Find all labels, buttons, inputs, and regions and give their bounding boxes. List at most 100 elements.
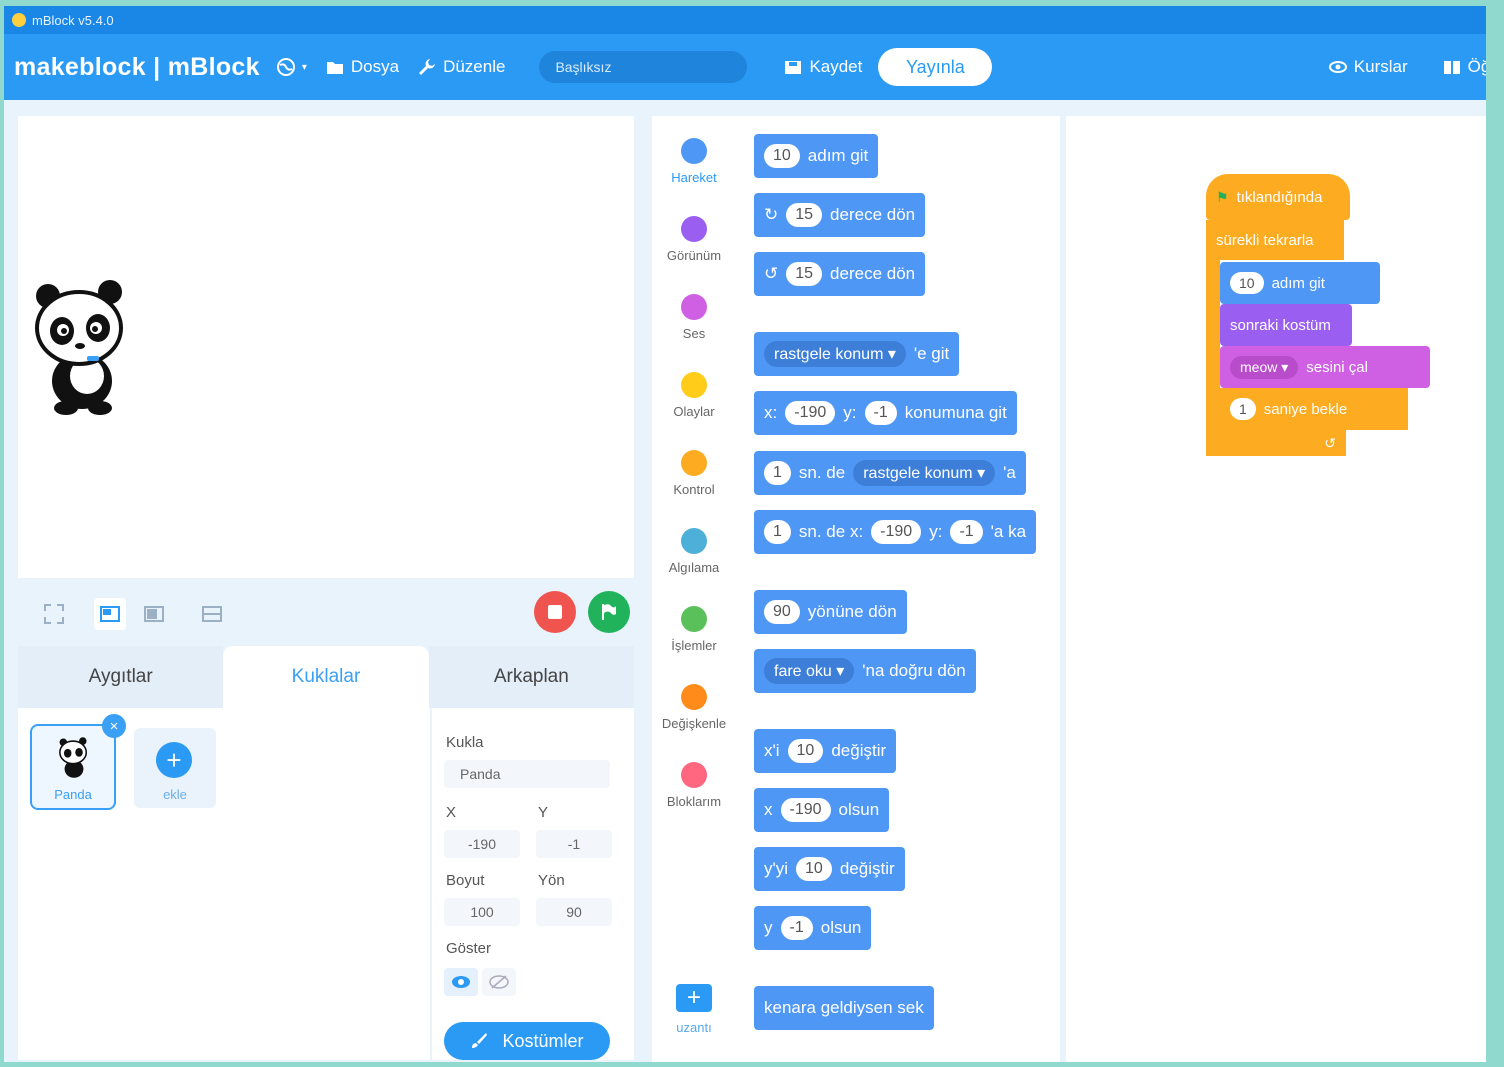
block-input[interactable]: -1 [864, 401, 897, 425]
category-variables[interactable]: Değişkenle [652, 684, 736, 731]
block-text: sürekli tekrarla [1216, 231, 1314, 249]
add-sprite-button[interactable]: + ekle [134, 728, 216, 808]
layout-small-icon [100, 606, 120, 622]
block-input[interactable]: 10 [1230, 272, 1264, 294]
category-sound[interactable]: Ses [652, 294, 736, 341]
show-toggle[interactable] [444, 968, 478, 996]
category-my-blocks[interactable]: Bloklarım [652, 762, 736, 809]
bounce-block[interactable]: kenara geldiysen sek [754, 986, 934, 1030]
next-costume-block[interactable]: sonraki kostüm [1220, 304, 1352, 346]
panda-thumbnail-icon [59, 737, 88, 778]
block-input[interactable]: -1 [780, 916, 813, 940]
edit-menu[interactable]: Düzenle [417, 57, 505, 77]
language-button[interactable]: ▾ [276, 57, 307, 77]
block-input[interactable]: 10 [796, 857, 832, 881]
block-dropdown[interactable]: rastgele konum ▾ [853, 460, 996, 486]
project-title-input[interactable] [539, 51, 748, 83]
change-y-block[interactable]: y'yi 10 değiştir [754, 847, 905, 891]
green-flag-icon [602, 604, 616, 620]
extension-button[interactable]: + uzantı [652, 984, 736, 1035]
large-stage-button[interactable] [138, 598, 170, 630]
block-input[interactable]: -190 [780, 798, 831, 822]
block-input[interactable]: 15 [786, 203, 823, 227]
point-towards-block[interactable]: fare oku ▾ 'na doğru dön [754, 649, 976, 693]
courses-button[interactable]: Kurslar [1328, 57, 1408, 77]
block-input[interactable]: 10 [787, 739, 824, 763]
size-label: Boyut [446, 872, 485, 889]
direction-field[interactable]: 90 [536, 898, 612, 926]
category-motion[interactable]: Hareket [652, 138, 736, 185]
block-dropdown[interactable]: fare oku ▾ [764, 658, 855, 684]
block-categories: Hareket Görünüm Ses Olaylar Kontrol Algı… [652, 116, 736, 1062]
tutorials-button[interactable]: Öğr [1442, 57, 1486, 77]
category-label: Kontrol [673, 482, 715, 497]
y-field[interactable]: -1 [536, 830, 612, 858]
move-steps-block[interactable]: 10 adım git [754, 134, 879, 178]
block-text: 'a [1003, 463, 1016, 482]
block-text: 'a ka [990, 522, 1027, 541]
small-stage-button[interactable] [94, 598, 126, 630]
turn-left-block[interactable]: ↺ 15 derece dön [754, 252, 926, 296]
set-x-block[interactable]: x -190 olsun [754, 788, 890, 832]
wrench-icon [419, 59, 436, 75]
stage[interactable] [18, 116, 634, 578]
block-input[interactable]: 1 [1230, 398, 1256, 420]
wait-block[interactable]: 1 saniye bekle [1220, 388, 1408, 430]
green-flag-button[interactable] [588, 591, 630, 633]
block-input[interactable]: -1 [950, 520, 983, 544]
block-input[interactable]: -190 [785, 401, 836, 425]
block-dropdown[interactable]: meow ▾ [1230, 355, 1299, 379]
panda-sprite[interactable] [32, 276, 132, 416]
block-input[interactable]: 90 [764, 600, 800, 624]
publish-button[interactable]: Yayınla [878, 48, 993, 86]
category-events[interactable]: Olaylar [652, 372, 736, 419]
change-x-block[interactable]: x'i 10 değiştir [754, 729, 897, 773]
fullscreen-button[interactable] [38, 598, 70, 630]
move-steps-block[interactable]: 10 adım git [1220, 262, 1380, 304]
x-field[interactable]: -190 [444, 830, 520, 858]
tab-devices[interactable]: Aygıtlar [18, 646, 224, 708]
costumes-button[interactable]: Kostümler [444, 1022, 610, 1060]
forever-block[interactable]: sürekli tekrarla [1206, 220, 1344, 260]
category-label: İşlemler [671, 638, 717, 653]
category-sensing[interactable]: Algılama [652, 528, 736, 575]
point-direction-block[interactable]: 90 yönüne dön [754, 590, 907, 634]
block-dropdown[interactable]: rastgele konum ▾ [764, 341, 906, 367]
layout-hidden-icon [202, 606, 222, 622]
sprite-name-field[interactable]: Panda [444, 760, 610, 788]
block-input[interactable]: 10 [764, 144, 800, 168]
block-input[interactable]: -190 [871, 520, 922, 544]
turn-right-block[interactable]: ↻ 15 derece dön [754, 193, 926, 237]
category-operators[interactable]: İşlemler [652, 606, 736, 653]
category-looks[interactable]: Görünüm [652, 216, 736, 263]
when-flag-clicked-block[interactable]: ⚑ tıklandığında [1206, 174, 1350, 220]
play-sound-block[interactable]: meow ▾ sesini çal [1220, 346, 1430, 388]
block-input[interactable]: 15 [786, 262, 823, 286]
stop-button[interactable] [534, 591, 576, 633]
block-input[interactable]: 1 [764, 461, 791, 485]
set-y-block[interactable]: y -1 olsun [754, 906, 872, 950]
close-icon[interactable]: × [102, 714, 126, 738]
script-area[interactable]: ⚑ tıklandığında sürekli tekrarla 10 adım… [1066, 116, 1486, 1062]
tab-backdrops[interactable]: Arkaplan [428, 646, 634, 708]
category-control[interactable]: Kontrol [652, 450, 736, 497]
block-text: değiştir [831, 741, 887, 760]
hide-toggle[interactable] [482, 968, 516, 996]
size-field[interactable]: 100 [444, 898, 520, 926]
window-title: mBlock v5.4.0 [32, 12, 114, 28]
save-button[interactable]: Kaydet [783, 57, 862, 77]
hide-stage-button[interactable] [196, 598, 228, 630]
tab-sprites[interactable]: Kuklalar [223, 646, 429, 708]
block-input[interactable]: 1 [764, 520, 791, 544]
goto-block[interactable]: rastgele konum ▾ 'e git [754, 332, 960, 376]
glide-block[interactable]: 1 sn. de rastgele konum ▾ 'a [754, 451, 1026, 495]
dropdown-value: rastgele konum [774, 346, 884, 363]
goto-xy-block[interactable]: x: -190 y: -1 konumuna git [754, 391, 1017, 435]
looks-dot-icon [681, 216, 707, 242]
sprite-card-panda[interactable]: Panda × [30, 714, 126, 810]
events-dot-icon [681, 372, 707, 398]
glide-xy-block[interactable]: 1 sn. de x: -190 y: -1 'a ka [754, 510, 1037, 554]
file-menu[interactable]: Dosya [325, 57, 399, 77]
block-text: derece dön [830, 205, 916, 224]
block-text: saniye bekle [1263, 400, 1348, 418]
